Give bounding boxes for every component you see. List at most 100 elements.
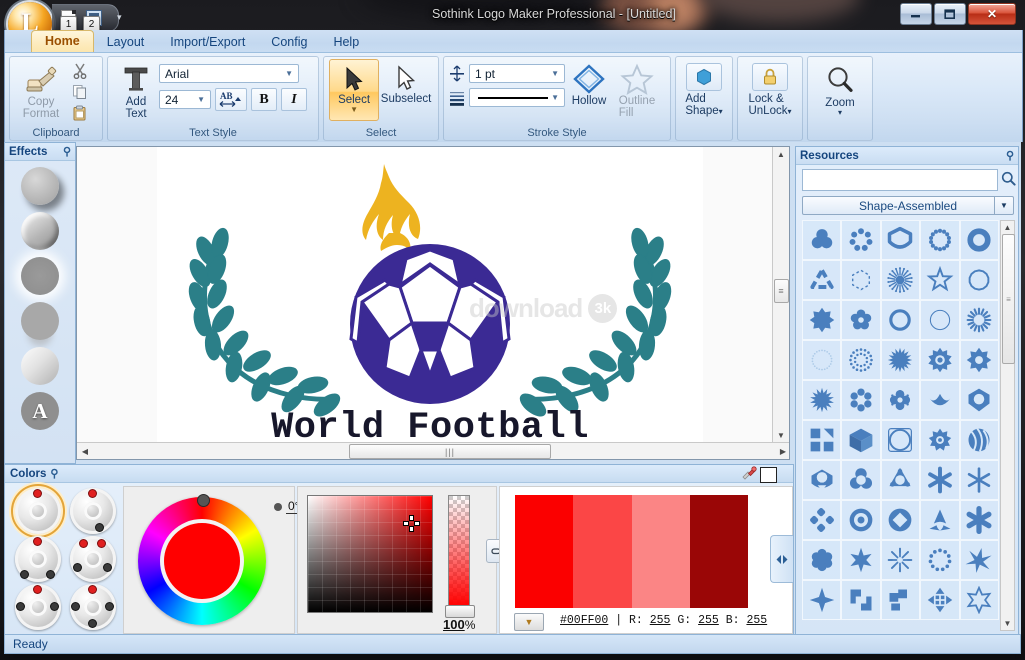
palette-swatch-3[interactable] (632, 495, 690, 608)
font-size-combo[interactable]: 24 ▼ (159, 90, 211, 109)
shape-item-triple-petal-badge[interactable] (960, 380, 999, 420)
shape-item-six-spoke-asterisk[interactable] (920, 460, 959, 500)
shape-item-four-dot-cluster[interactable] (802, 500, 841, 540)
resources-scroll-thumb[interactable]: ≡ (1002, 234, 1015, 364)
bold-button[interactable]: B (251, 88, 277, 111)
solid-fill-dial[interactable] (15, 488, 61, 534)
design-canvas[interactable]: World Football download 3k ▲ ≡ ▼ ◀ ||| ▶ (76, 146, 790, 460)
palette-swatch-2[interactable] (573, 495, 631, 608)
paste-button[interactable] (70, 104, 90, 122)
horizontal-scroll-thumb[interactable]: ||| (349, 444, 551, 459)
shape-item-tri-fan-arrow[interactable] (920, 500, 959, 540)
color-hex-value[interactable]: #00FF00 (560, 614, 608, 627)
select-dropdown-arrow-icon[interactable]: ▼ (350, 106, 358, 114)
shape-item-six-petal-flower[interactable] (802, 540, 841, 580)
shape-item-dotted-hexagon-outline[interactable] (841, 260, 880, 300)
shape-item-trefoil-rings[interactable] (802, 220, 841, 260)
maximize-button[interactable] (934, 3, 966, 25)
logo-artwork[interactable]: World Football (157, 147, 703, 443)
chevron-down-icon[interactable]: ▼ (994, 197, 1013, 214)
font-family-combo[interactable]: Arial ▼ (159, 64, 299, 83)
shape-item-star-fragments[interactable] (881, 460, 920, 500)
shape-item-swirl-ring[interactable] (960, 300, 999, 340)
tab-help[interactable]: Help (320, 32, 372, 52)
alpha-readout[interactable]: 100% (443, 617, 475, 632)
tab-home[interactable]: Home (31, 30, 94, 52)
diamond-gradient-dial[interactable] (70, 584, 116, 630)
shape-item-dashed-flower-ring[interactable] (841, 380, 880, 420)
subselect-tool-button[interactable]: Subselect (379, 59, 433, 121)
sv-crosshair[interactable] (404, 516, 419, 531)
italic-button[interactable]: I (281, 88, 307, 111)
scroll-down-arrow-icon[interactable]: ▼ (773, 428, 789, 443)
scroll-left-arrow-icon[interactable]: ◀ (77, 443, 93, 459)
three-stop-dial[interactable] (15, 536, 61, 582)
lock-unlock-button[interactable]: Lock &UnLock▾ (744, 59, 796, 121)
shape-item-lotus-leaf[interactable] (920, 380, 959, 420)
zoom-button[interactable]: Zoom ▾ (814, 59, 866, 121)
text-effect[interactable]: A (21, 392, 59, 430)
shape-item-striped-oval[interactable] (960, 420, 999, 460)
palette-swatch-row[interactable] (515, 495, 748, 608)
scroll-right-arrow-icon[interactable]: ▶ (775, 443, 790, 459)
tab-layout[interactable]: Layout (94, 32, 158, 52)
canvas-vertical-scrollbar[interactable]: ▲ ≡ ▼ (772, 147, 789, 443)
pin-icon[interactable]: ⚲ (50, 467, 58, 480)
reflection-effect[interactable] (21, 302, 59, 340)
shape-item-swept-star[interactable] (960, 540, 999, 580)
shape-item-thin-circle-outline[interactable] (920, 300, 959, 340)
shape-item-flag-blocks[interactable] (881, 580, 920, 620)
add-shape-button[interactable]: AddShape▾ (682, 59, 726, 121)
shape-item-eight-point-star-solid[interactable] (802, 300, 841, 340)
search-input[interactable] (802, 169, 998, 191)
canvas-horizontal-scrollbar[interactable]: ◀ ||| ▶ (77, 442, 790, 459)
resources-scroll-up-arrow-icon[interactable]: ▲ (1001, 221, 1014, 234)
add-text-button[interactable]: AddText (113, 59, 159, 120)
search-icon[interactable] (1001, 171, 1016, 186)
shape-item-four-arrow-cluster[interactable] (920, 580, 959, 620)
radial-gradient-dial[interactable] (70, 536, 116, 582)
letter-spacing-button[interactable]: AB (215, 88, 247, 111)
shadow-effect[interactable] (21, 167, 59, 205)
shape-item-rounded-triangle-shield[interactable] (881, 220, 920, 260)
shape-item-triquetra-outline[interactable] (802, 260, 841, 300)
vertical-scroll-thumb[interactable]: ≡ (774, 279, 789, 303)
gradient-effect[interactable] (21, 347, 59, 385)
shape-item-rounded-square-cutout[interactable] (881, 420, 920, 460)
select-tool-button[interactable]: Select ▼ (329, 59, 379, 121)
shape-item-starburst-radial[interactable] (881, 260, 920, 300)
pin-icon[interactable]: ⚲ (63, 145, 71, 158)
shape-item-wavy-circle-outline[interactable] (960, 260, 999, 300)
shape-item-bullseye-circle[interactable] (841, 500, 880, 540)
customize-qat-button[interactable]: ▾ (117, 12, 122, 23)
shape-item-bold-asterisk[interactable] (960, 500, 999, 540)
b-value[interactable]: 255 (746, 614, 767, 627)
shape-item-interlocking-blocks[interactable] (841, 580, 880, 620)
palette-dropdown-button[interactable]: ▼ (514, 613, 544, 631)
shape-item-gear-with-center[interactable] (920, 340, 959, 380)
shape-item-thin-asterisk[interactable] (960, 460, 999, 500)
shape-item-faint-dotted-circle[interactable] (802, 340, 841, 380)
shape-item-six-point-burst-star[interactable] (841, 540, 880, 580)
color-wheel-handle[interactable] (198, 495, 209, 506)
shape-item-sunburst-star[interactable] (802, 380, 841, 420)
shape-library-grid[interactable] (802, 220, 999, 631)
eyedropper-icon[interactable] (741, 466, 757, 481)
linear-gradient-dial[interactable] (70, 488, 116, 534)
resources-scrollbar[interactable]: ▲ ≡ ▼ (1000, 220, 1015, 631)
tab-config[interactable]: Config (258, 32, 320, 52)
canvas-sheet[interactable]: World Football download 3k (157, 147, 704, 443)
zoom-dropdown-arrow-icon[interactable]: ▾ (838, 109, 842, 117)
resources-scroll-down-arrow-icon[interactable]: ▼ (1001, 617, 1014, 630)
shape-item-spiked-circle[interactable] (881, 340, 920, 380)
shape-item-pinwheel-blossom[interactable] (881, 380, 920, 420)
shape-item-diamond-in-circle[interactable] (881, 500, 920, 540)
minimize-button[interactable] (900, 3, 932, 25)
shape-item-six-point-outline-star[interactable] (960, 580, 999, 620)
palette-swatch-1[interactable] (515, 495, 573, 608)
scroll-up-arrow-icon[interactable]: ▲ (773, 147, 789, 162)
shape-item-dashed-hexagon-ring[interactable] (841, 220, 880, 260)
r-value[interactable]: 255 (650, 614, 671, 627)
hollow-button[interactable]: Hollow (565, 59, 613, 121)
close-button[interactable]: ✕ (968, 3, 1016, 25)
